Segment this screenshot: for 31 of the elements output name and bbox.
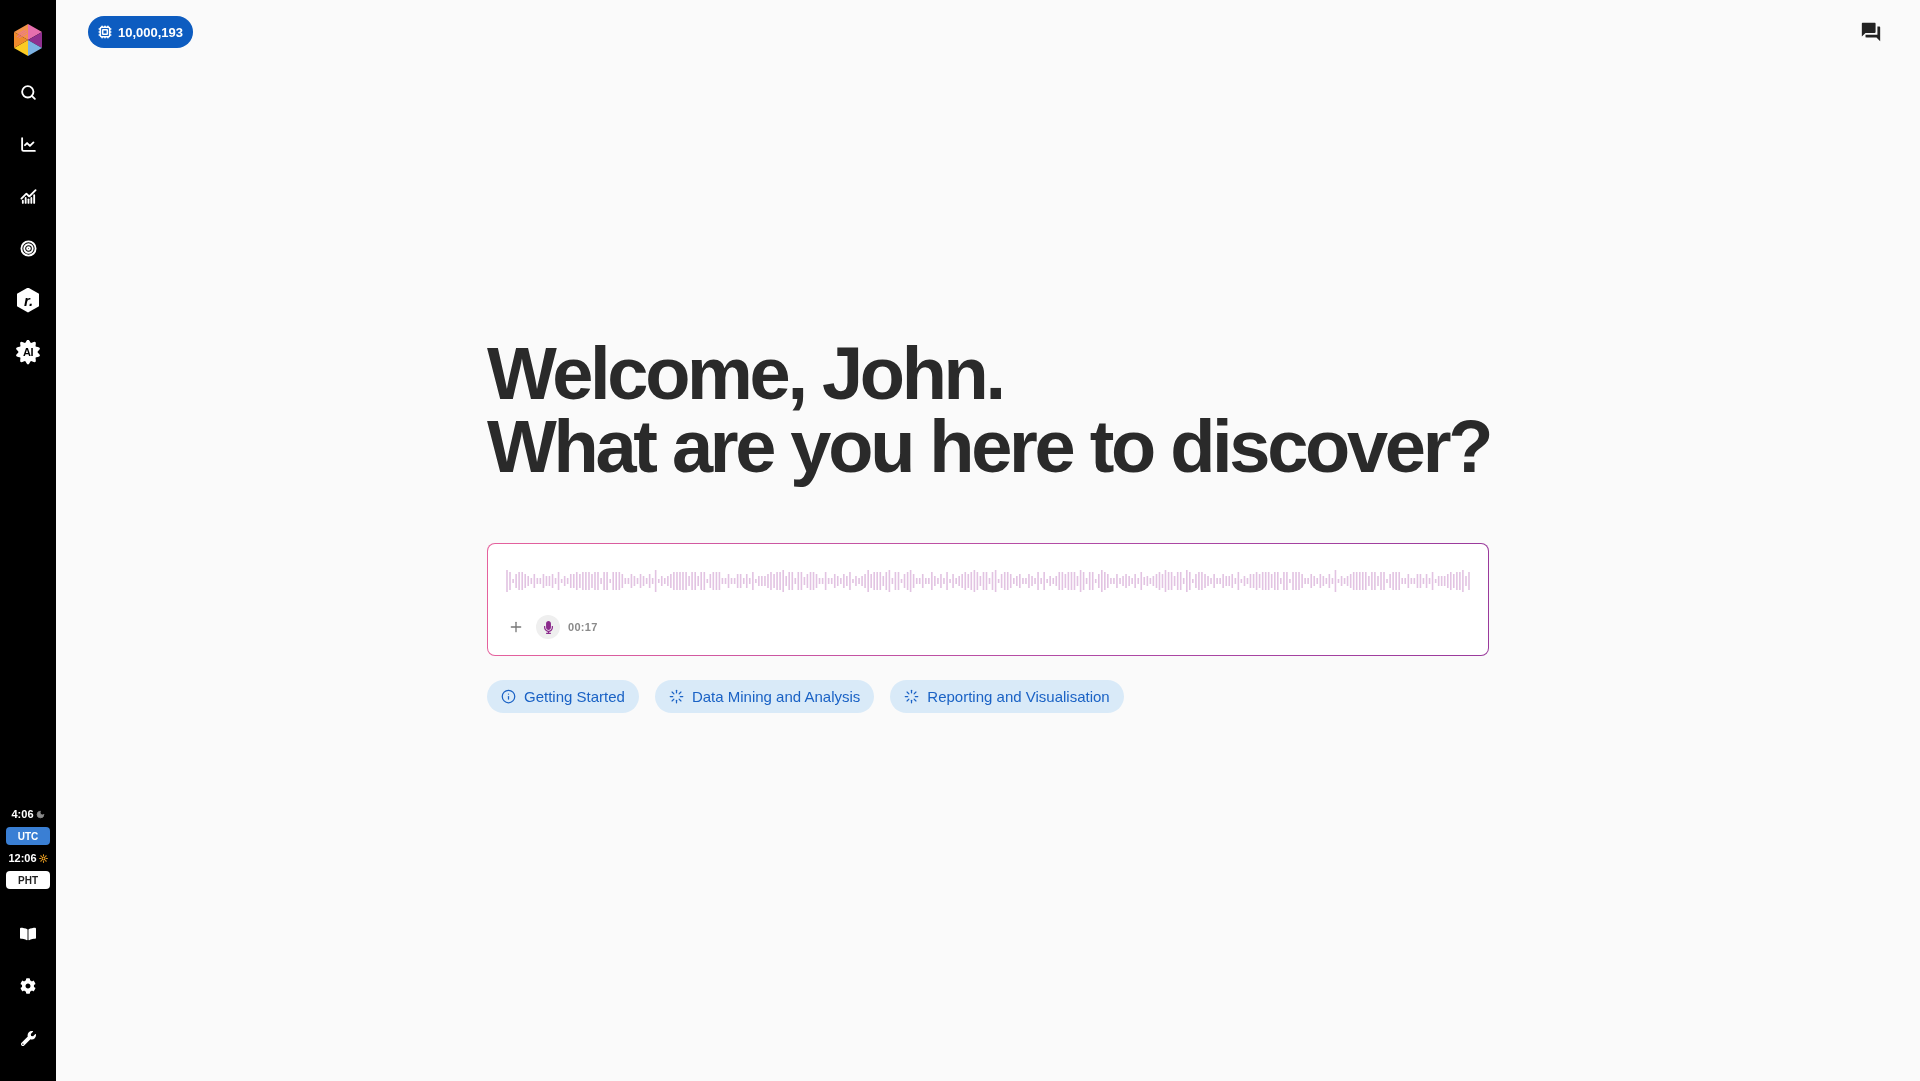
moon-icon xyxy=(35,809,45,819)
recording-timer: 00:17 xyxy=(568,621,598,633)
suggestion-chip[interactable]: Reporting and Visualisation xyxy=(890,680,1124,713)
microphone-icon xyxy=(541,620,555,634)
suggestion-chip[interactable]: Data Mining and Analysis xyxy=(654,680,875,713)
chip-icon xyxy=(98,25,112,39)
plus-icon[interactable] xyxy=(508,619,524,635)
clock-time: 12:06 xyxy=(8,851,37,865)
credits-badge[interactable]: 10,000,193 xyxy=(88,16,194,48)
hexagon-mark-button[interactable]: r. xyxy=(17,287,39,313)
gear-mark-button[interactable]: AI xyxy=(15,339,41,365)
burst-icon xyxy=(904,689,920,704)
suggestion-chip[interactable]: Getting Started xyxy=(487,680,639,713)
timezone-toggle[interactable]: PHT xyxy=(6,871,50,889)
bar-chart-icon[interactable] xyxy=(19,187,37,205)
info-icon xyxy=(501,689,516,704)
microphone-button[interactable] xyxy=(536,615,560,639)
settings-icon[interactable] xyxy=(20,978,36,994)
burst-icon xyxy=(668,689,684,704)
timezone-toggle[interactable]: UTC xyxy=(6,827,50,845)
line-chart-icon[interactable] xyxy=(19,135,37,153)
target-icon[interactable] xyxy=(19,239,37,257)
chat-icon[interactable] xyxy=(1860,21,1882,43)
sun-icon xyxy=(38,853,48,863)
logo-icon[interactable] xyxy=(14,24,42,56)
search-icon[interactable] xyxy=(19,83,37,101)
wrench-icon[interactable] xyxy=(20,1030,36,1046)
prompt-field[interactable]: 00:17 xyxy=(487,543,1489,656)
clock-time: 4:06 xyxy=(11,807,34,821)
heading-text: Welcome, John. xyxy=(487,337,1003,410)
book-icon[interactable] xyxy=(20,926,36,942)
